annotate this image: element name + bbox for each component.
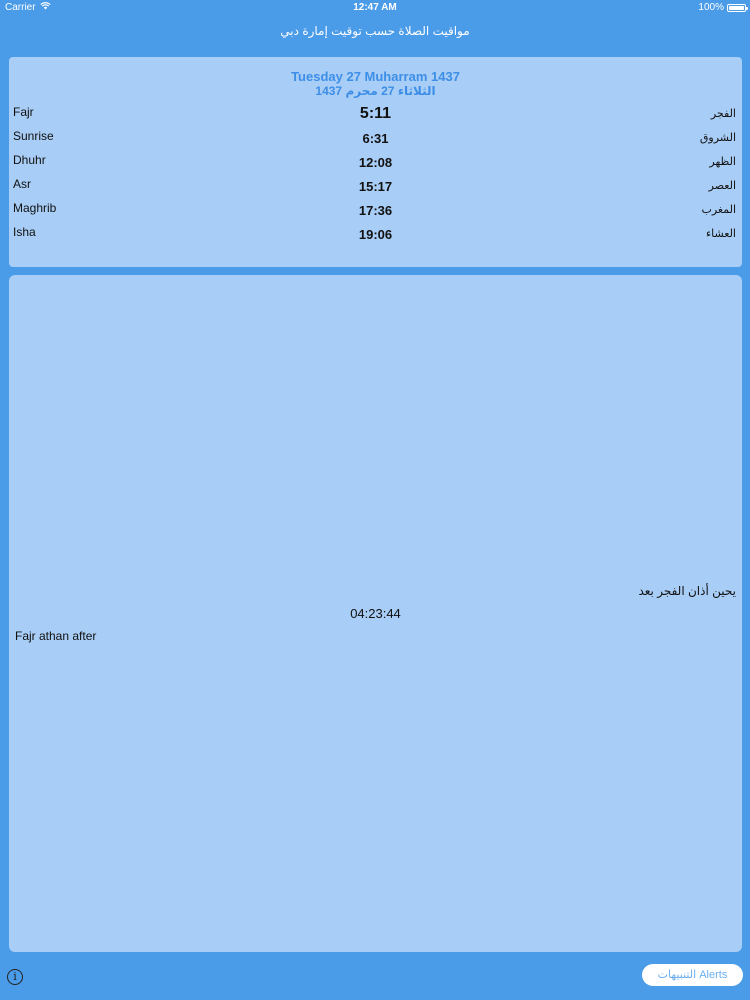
status-bar: Carrier 12:47 AM 100% <box>0 0 750 16</box>
prayer-name-ar: العشاء <box>705 228 736 240</box>
prayer-time: 15:17 <box>358 179 393 194</box>
status-right: 100% <box>698 2 748 13</box>
prayer-row-fajr: Fajr 5:11 الفجر <box>9 105 742 125</box>
info-icon[interactable]: i <box>7 969 23 985</box>
date-arabic: الثلاثاء 27 محرم 1437 <box>315 84 436 98</box>
countdown-label-english: Fajr athan after <box>15 629 97 643</box>
prayer-time: 19:06 <box>358 227 393 242</box>
countdown-label-arabic: يحين أذان الفجر بعد <box>638 584 736 598</box>
prayer-time: 12:08 <box>358 155 393 170</box>
prayer-name-ar: الشروق <box>699 132 736 144</box>
prayer-time: 6:31 <box>362 131 389 146</box>
prayer-row-maghrib: Maghrib 17:36 المغرب <box>9 201 742 221</box>
alerts-button[interactable]: التنبيهات Alerts <box>642 964 743 986</box>
battery-percent: 100% <box>698 2 724 13</box>
prayer-name-ar: المغرب <box>701 204 737 216</box>
battery-icon <box>727 3 748 12</box>
prayer-name-ar: الفجر <box>710 108 736 120</box>
prayer-times-card: Tuesday 27 Muharram 1437 الثلاثاء 27 محر… <box>9 57 742 267</box>
countdown-timer: 04:23:44 <box>350 606 401 621</box>
screen: Carrier 12:47 AM 100% مواقيت الصلاة حسب … <box>0 0 750 1000</box>
status-time: 12:47 AM <box>353 2 397 13</box>
prayer-name-ar: الظهر <box>709 156 736 168</box>
date-english: Tuesday 27 Muharram 1437 <box>291 69 460 84</box>
nav-title: مواقيت الصلاة حسب توقيت إمارة دبي <box>280 24 470 38</box>
prayer-row-dhuhr: Dhuhr 12:08 الظهر <box>9 153 742 173</box>
prayer-row-sunrise: Sunrise 6:31 الشروق <box>9 129 742 149</box>
prayer-row-isha: Isha 19:06 العشاء <box>9 225 742 245</box>
prayer-name-ar: العصر <box>708 180 736 192</box>
prayer-row-asr: Asr 15:17 العصر <box>9 177 742 197</box>
countdown-card: يحين أذان الفجر بعد 04:23:44 Fajr athan … <box>9 275 742 952</box>
prayer-time: 17:36 <box>358 203 393 218</box>
prayer-time: 5:11 <box>359 105 392 122</box>
